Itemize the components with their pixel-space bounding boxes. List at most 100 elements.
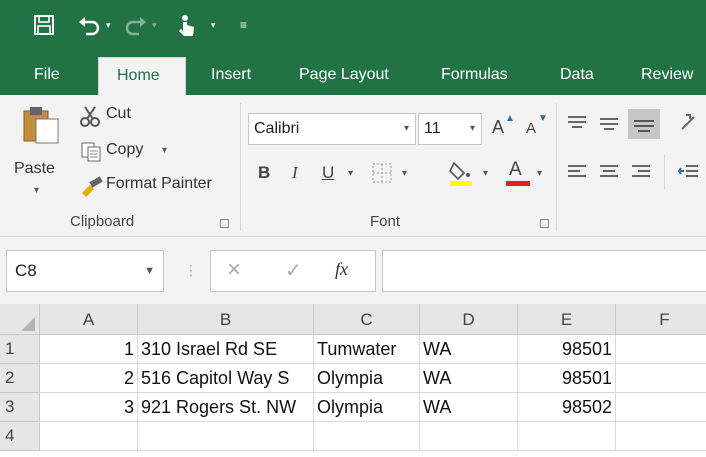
font-dialog-launcher-icon[interactable] (540, 219, 549, 228)
tab-review[interactable]: Review (641, 55, 693, 95)
italic-button[interactable]: I (292, 163, 298, 183)
cell-e1[interactable]: 98501 (518, 335, 616, 364)
cell-f2[interactable] (616, 364, 706, 393)
fill-color-icon[interactable] (448, 159, 474, 192)
formula-input[interactable] (382, 250, 706, 292)
column-header-d[interactable]: D (420, 304, 518, 335)
bottom-align-icon[interactable] (628, 109, 660, 139)
cell-d4[interactable] (420, 422, 518, 451)
select-all-corner[interactable] (0, 304, 40, 335)
cell-c3[interactable]: Olympia (314, 393, 420, 422)
column-header-f[interactable]: F (616, 304, 706, 335)
touch-dropdown-icon[interactable]: ▾ (211, 20, 216, 31)
borders-icon[interactable] (372, 163, 392, 188)
cell-e2[interactable]: 98501 (518, 364, 616, 393)
font-name-select[interactable]: Calibri ▾ (248, 113, 416, 145)
font-color-dropdown-icon[interactable]: ▾ (537, 168, 542, 179)
align-right-icon[interactable] (630, 161, 652, 188)
touch-mode-icon[interactable] (176, 13, 198, 41)
customize-qat-icon[interactable]: ≡ (240, 18, 247, 32)
ribbon: Paste ▾ Cut Copy ▾ Format Painter Clipbo… (0, 95, 706, 237)
formula-buttons: × ✓ fx (210, 250, 376, 292)
cell-e4[interactable] (518, 422, 616, 451)
cell-b3[interactable]: 921 Rogers St. NW (138, 393, 314, 422)
paste-dropdown-icon[interactable]: ▾ (34, 185, 39, 196)
clipboard-group-label: Clipboard (70, 213, 135, 230)
top-align-icon[interactable] (566, 113, 588, 140)
font-name-dropdown-icon: ▾ (403, 123, 409, 134)
cell-c1[interactable]: Tumwater (314, 335, 420, 364)
decrease-indent-icon[interactable] (677, 161, 700, 188)
font-color-bar (506, 181, 530, 186)
bold-button[interactable]: B (258, 163, 270, 183)
cell-b1[interactable]: 310 Israel Rd SE (138, 335, 314, 364)
row-header-2[interactable]: 2 (0, 364, 40, 393)
align-left-icon[interactable] (566, 161, 588, 188)
cell-f3[interactable] (616, 393, 706, 422)
undo-dropdown-icon[interactable]: ▾ (106, 20, 111, 31)
undo-icon[interactable] (77, 14, 101, 40)
tab-file[interactable]: File (34, 55, 60, 95)
copy-label: Copy (106, 141, 144, 158)
tab-home[interactable]: Home (98, 57, 186, 95)
underline-dropdown-icon[interactable]: ▾ (348, 168, 353, 179)
column-header-c[interactable]: C (314, 304, 420, 335)
middle-align-icon[interactable] (598, 113, 620, 140)
column-header-a[interactable]: A (40, 304, 138, 335)
formula-bar-grip-icon[interactable]: ⋮ (184, 262, 198, 279)
insert-function-button[interactable]: fx (335, 259, 348, 280)
grow-font-button[interactable]: A (492, 117, 504, 138)
cell-a2[interactable]: 2 (40, 364, 138, 393)
cell-a4[interactable] (40, 422, 138, 451)
ribbon-tabs: File Home Insert Page Layout Formulas Da… (0, 55, 706, 95)
font-size-select[interactable]: 11 ▾ (418, 113, 482, 145)
cancel-button[interactable]: × (227, 256, 241, 284)
align-center-icon[interactable] (598, 161, 620, 188)
orientation-icon[interactable] (678, 111, 702, 140)
cell-a3[interactable]: 3 (40, 393, 138, 422)
cell-b2[interactable]: 516 Capitol Way S (138, 364, 314, 393)
clipboard-dialog-launcher-icon[interactable] (220, 219, 229, 228)
cell-c4[interactable] (314, 422, 420, 451)
redo-dropdown-icon[interactable]: ▾ (152, 20, 157, 31)
enter-button[interactable]: ✓ (285, 258, 302, 283)
column-header-e[interactable]: E (518, 304, 616, 335)
shrink-font-button[interactable]: A (526, 120, 536, 137)
cell-f4[interactable] (616, 422, 706, 451)
cut-label: Cut (106, 105, 131, 122)
font-color-button[interactable]: A (506, 157, 530, 187)
copy-dropdown-icon[interactable]: ▾ (162, 145, 167, 156)
cell-e3[interactable]: 98502 (518, 393, 616, 422)
tab-page-layout[interactable]: Page Layout (299, 55, 389, 95)
row-header-4[interactable]: 4 (0, 422, 40, 451)
formula-bar-row: C8 ▼ ⋮ × ✓ fx (0, 238, 706, 304)
cell-b4[interactable] (138, 422, 314, 451)
cell-c2[interactable]: Olympia (314, 364, 420, 393)
cell-f1[interactable] (616, 335, 706, 364)
row-header-3[interactable]: 3 (0, 393, 40, 422)
save-icon[interactable] (33, 14, 55, 40)
paste-button[interactable]: Paste ▾ (14, 105, 66, 201)
cell-d3[interactable]: WA (420, 393, 518, 422)
tab-insert[interactable]: Insert (211, 55, 251, 95)
name-box[interactable]: C8 ▼ (6, 250, 164, 292)
row-header-1[interactable]: 1 (0, 335, 40, 364)
format-painter-button[interactable]: Format Painter (80, 173, 230, 199)
copy-button[interactable]: Copy ▾ (80, 139, 180, 165)
cell-d2[interactable]: WA (420, 364, 518, 393)
tab-data[interactable]: Data (560, 55, 594, 95)
redo-icon[interactable] (124, 14, 148, 40)
underline-button[interactable]: U (322, 163, 334, 183)
borders-dropdown-icon[interactable]: ▾ (402, 168, 407, 179)
spreadsheet-grid: A B C D E F 1 1 310 Israel Rd SE Tumwate… (0, 304, 706, 457)
format-painter-label: Format Painter (106, 175, 212, 192)
cut-button[interactable]: Cut (80, 103, 150, 129)
column-header-b[interactable]: B (138, 304, 314, 335)
tab-formulas[interactable]: Formulas (441, 55, 508, 95)
font-name-value: Calibri (254, 120, 300, 137)
font-size-dropdown-icon: ▾ (469, 123, 475, 134)
cell-a1[interactable]: 1 (40, 335, 138, 364)
cell-d1[interactable]: WA (420, 335, 518, 364)
fill-color-dropdown-icon[interactable]: ▾ (483, 168, 488, 179)
name-box-dropdown-icon[interactable]: ▼ (144, 251, 155, 291)
